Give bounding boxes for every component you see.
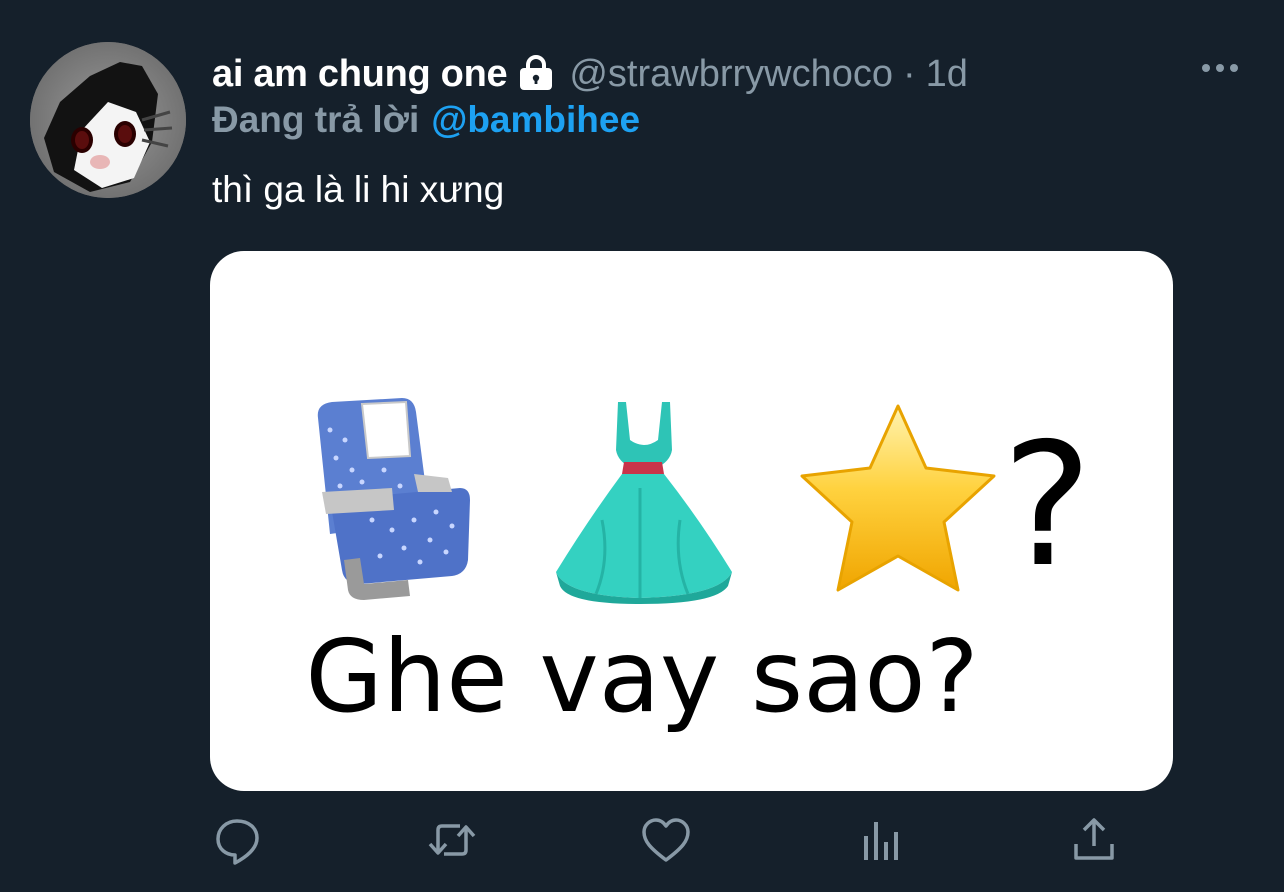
reply-icon [216,819,259,865]
retweet-button[interactable] [424,812,480,872]
tweet[interactable]: ai am chung one @strawbrrywchoco · 1d Đa… [0,0,1284,892]
separator-dot: · [902,52,916,95]
retweet-icon [428,824,476,856]
reply-prefix: Đang trả lời [212,99,420,140]
question-mark: ? [1002,407,1093,605]
media-image[interactable]: ? Ghe vay sao? [210,251,1173,791]
avatar[interactable] [30,42,186,198]
tweet-header: ai am chung one @strawbrrywchoco · 1d [212,46,968,102]
tweet-text: thì ga là li hi xưng [212,169,505,210]
display-name[interactable]: ai am chung one [212,53,508,96]
avatar-cat-image [30,42,186,198]
analytics-icon [864,822,898,860]
reply-target-link[interactable]: @bambihee [431,99,640,141]
more-horizontal-icon[interactable] [1196,54,1244,82]
tweet-actions [0,812,1284,876]
media-caption: Ghe vay sao? [305,618,979,735]
seat-emoji [317,398,470,600]
analytics-button[interactable] [854,812,910,872]
user-handle[interactable]: @strawbrrywchoco [569,53,893,96]
timestamp[interactable]: 1d [926,53,968,96]
replying-to: Đang trả lời @bambihee [212,96,640,144]
lock-icon [515,53,557,95]
like-icon [642,818,690,862]
reply-button[interactable] [210,812,266,872]
share-icon [1074,818,1114,860]
share-button[interactable] [1066,812,1122,872]
star-emoji [800,404,996,592]
like-button[interactable] [638,812,694,872]
dress-emoji [556,402,732,604]
